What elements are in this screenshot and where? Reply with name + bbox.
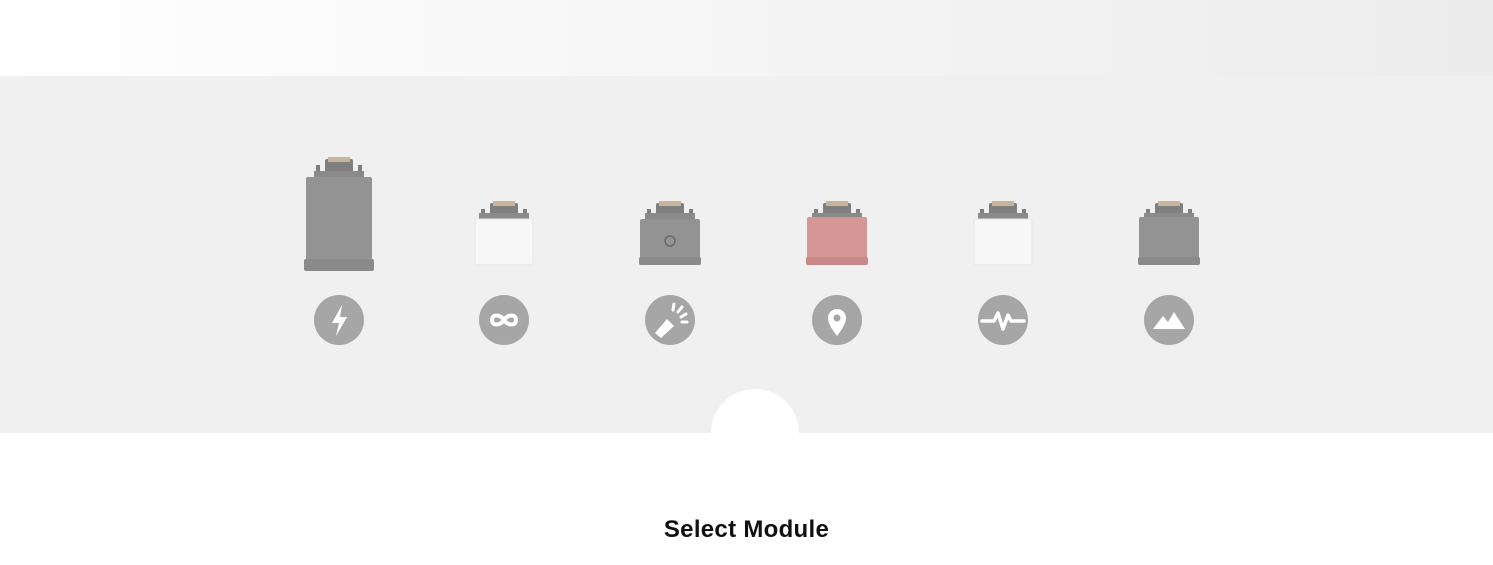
infinity-module-device (474, 201, 534, 266)
infinity-icon-button[interactable] (479, 295, 529, 345)
module-terrain[interactable] (1109, 153, 1229, 353)
power-module-device (304, 157, 374, 271)
infinity-icon (489, 313, 519, 327)
module-heart-rate[interactable] (943, 153, 1063, 353)
heart-rate-icon-button[interactable] (978, 295, 1028, 345)
mountain-icon (1153, 312, 1185, 329)
flashlight-icon-button[interactable] (645, 295, 695, 345)
module-selector-band (0, 76, 1493, 433)
module-location[interactable] (777, 153, 897, 353)
pulse-icon (980, 311, 1026, 331)
lightning-bolt-icon (332, 305, 347, 336)
module-flashlight[interactable] (610, 153, 730, 353)
terrain-module-device (1138, 201, 1200, 265)
heart-rate-module-device (973, 201, 1033, 266)
location-icon-button[interactable] (812, 295, 862, 345)
page-title: Select Module (663, 516, 830, 543)
module-power[interactable] (279, 153, 399, 353)
flashlight-icon (655, 302, 689, 338)
top-gradient-band (0, 0, 1493, 76)
map-pin-icon (828, 309, 846, 336)
power-icon-button[interactable] (314, 295, 364, 345)
center-selector-circle[interactable] (711, 389, 799, 477)
terrain-icon-button[interactable] (1144, 295, 1194, 345)
flashlight-module-device (639, 201, 701, 265)
location-module-device (806, 201, 868, 265)
module-infinity[interactable] (444, 153, 564, 353)
